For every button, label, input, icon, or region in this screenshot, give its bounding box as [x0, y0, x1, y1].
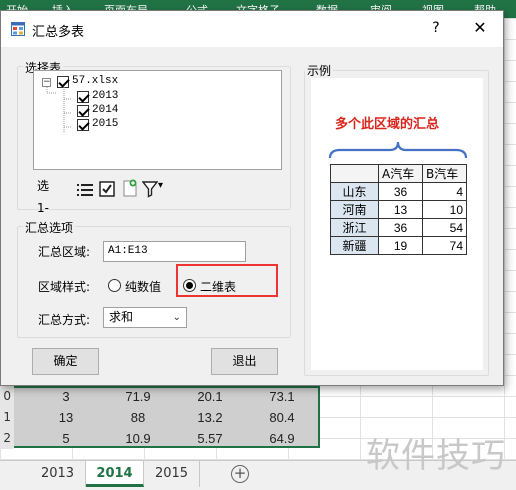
example-cell: 36: [378, 218, 423, 237]
example-header-cell: [330, 164, 379, 183]
cell[interactable]: 13.2: [174, 407, 246, 428]
example-row-label: 山东: [330, 182, 379, 201]
close-icon[interactable]: ✕: [469, 17, 491, 39]
example-cell: 74: [422, 236, 467, 255]
add-sheet-icon[interactable]: +: [231, 465, 249, 483]
area-style-label: 区域样式:: [38, 280, 91, 294]
sheet-tab-2013[interactable]: 2013: [30, 461, 86, 487]
app-icon: [11, 22, 25, 36]
select-range-label[interactable]: 选1-3: [37, 175, 49, 237]
watermark-text: 软件技巧: [366, 436, 506, 476]
cell[interactable]: 5: [30, 428, 102, 449]
example-cell: 54: [422, 218, 467, 237]
example-cell: 4: [422, 182, 467, 201]
dialog-titlebar[interactable]: 汇总多表 ? ✕: [1, 11, 503, 47]
example-row-label: 新疆: [330, 236, 379, 255]
example-cell: 13: [378, 200, 423, 219]
plain-values-option-label[interactable]: 纯数值: [125, 278, 161, 295]
dialog-title: 汇总多表: [32, 25, 85, 40]
filter-icon[interactable]: [142, 178, 158, 200]
check-all-icon[interactable]: [99, 178, 115, 200]
row-header[interactable]: 1: [0, 407, 14, 428]
table-row: 0 3 71.9 20.1 73.1: [0, 386, 516, 407]
summary-method-label: 汇总方式:: [38, 313, 91, 327]
list-icon[interactable]: [77, 179, 93, 201]
cell[interactable]: 3: [30, 386, 102, 407]
example-row-label: 浙江: [330, 218, 379, 237]
cell[interactable]: 71.9: [102, 386, 174, 407]
table-row: 1 13 88 13.2 80.4: [0, 407, 516, 428]
sheet-checkbox-2013[interactable]: [77, 91, 89, 103]
help-button[interactable]: ?: [425, 17, 447, 39]
example-header-cell: B汽车: [422, 164, 467, 183]
cell[interactable]: 73.1: [246, 386, 318, 407]
filter-dropdown-icon[interactable]: ▾: [158, 175, 163, 197]
example-table: A汽车 B汽车 山东 36 4 河南 13 10 浙江 36 54 新疆 19 …: [330, 164, 467, 255]
example-cell: 19: [378, 236, 423, 255]
cell[interactable]: 64.9: [246, 428, 318, 449]
sheet-tree[interactable]: − 57.xlsx 2013 2014 2015: [33, 70, 282, 170]
tree-item-label[interactable]: 2014: [92, 104, 118, 116]
cell[interactable]: 5.57: [174, 428, 246, 449]
summary-method-value: 求和: [109, 310, 134, 324]
cell[interactable]: 20.1: [174, 386, 246, 407]
ok-button[interactable]: 确定: [32, 348, 99, 375]
cell[interactable]: 80.4: [246, 407, 318, 428]
sheet-checkbox-2015[interactable]: [77, 119, 89, 131]
row-header[interactable]: 0: [0, 386, 14, 407]
plain-values-radio[interactable]: [108, 279, 121, 292]
cell[interactable]: 10.9: [102, 428, 174, 449]
summary-method-select[interactable]: 求和 ⌄: [103, 307, 187, 328]
example-group-label: 示例: [305, 62, 334, 79]
summary-area-input[interactable]: A1:E13: [103, 241, 246, 262]
tree-item-label[interactable]: 2013: [92, 90, 118, 102]
example-table-row: 浙江 36 54: [330, 218, 467, 237]
sheet-tab-2015[interactable]: 2015: [144, 461, 200, 487]
highlight-box: [176, 264, 278, 297]
example-cell: 36: [378, 182, 423, 201]
brace-icon: [328, 141, 468, 159]
summary-options-group-label: 汇总选项: [23, 219, 76, 236]
example-cell: 10: [422, 200, 467, 219]
sheet-tab-2014[interactable]: 2014: [86, 461, 144, 487]
example-row-label: 河南: [330, 200, 379, 219]
example-table-header: A汽车 B汽车: [330, 164, 467, 183]
example-table-row: 山东 36 4: [330, 182, 467, 201]
sheet-checkbox-2014[interactable]: [77, 105, 89, 117]
tree-root-label[interactable]: 57.xlsx: [72, 75, 118, 87]
example-table-row: 河南 13 10: [330, 200, 467, 219]
row-header[interactable]: 2: [0, 428, 14, 449]
tree-item-label[interactable]: 2015: [92, 118, 118, 130]
example-header-cell: A汽车: [378, 164, 423, 183]
summary-area-label: 汇总区域:: [38, 245, 91, 259]
example-heading: 多个此区域的汇总: [335, 117, 440, 132]
example-table-row: 新疆 19 74: [330, 236, 467, 255]
chevron-down-icon: ⌄: [172, 312, 181, 323]
exit-button[interactable]: 退出: [211, 348, 278, 375]
new-document-icon[interactable]: [122, 177, 138, 199]
collapse-icon[interactable]: −: [42, 78, 51, 87]
cell[interactable]: 13: [30, 407, 102, 428]
cell[interactable]: 88: [102, 407, 174, 428]
tree-connector-lines: [46, 87, 72, 133]
